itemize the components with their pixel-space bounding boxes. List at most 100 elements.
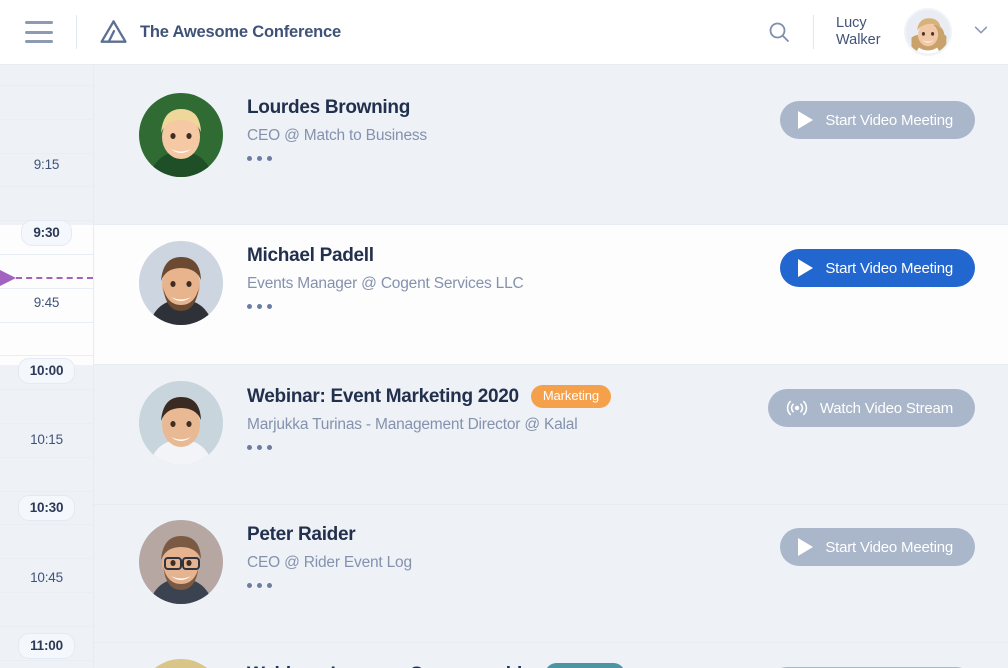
- play-icon: [798, 538, 814, 556]
- agenda-row-title-text: Michael Padell: [247, 245, 374, 266]
- agenda-row-subtitle: CEO @ Match to Business: [247, 127, 427, 144]
- timeline-gridline: [0, 254, 93, 255]
- agenda-row-title-text: Peter Raider: [247, 524, 356, 545]
- conference-agenda-app: The Awesome Conference Lucy Walker 9:15 …: [0, 0, 1008, 668]
- watch-video-stream-button[interactable]: Watch Video Stream: [767, 389, 975, 427]
- timeline-label-10-00: 10:00: [0, 358, 93, 384]
- status-badge[interactable]: Financing: [545, 663, 625, 668]
- avatar-lourdes-browning[interactable]: [139, 93, 223, 177]
- button-label: Start Video Meeting: [825, 259, 953, 277]
- chevron-down-icon[interactable]: [972, 21, 990, 44]
- play-icon: [798, 259, 814, 277]
- avatar-michael-padell[interactable]: [139, 241, 223, 325]
- timeline-gridline: [0, 288, 93, 289]
- timeline-gridline: [0, 524, 93, 525]
- timeline-label-text: 10:00: [17, 358, 76, 384]
- top-header-bar: The Awesome Conference Lucy Walker: [0, 0, 1008, 65]
- timeline-label-9-45: 9:45: [0, 291, 93, 315]
- more-options-icon[interactable]: [247, 156, 272, 161]
- timeline-gridline: [0, 457, 93, 458]
- avatar-mark-kessels[interactable]: [139, 659, 223, 668]
- start-video-meeting-button[interactable]: Start Video Meeting: [780, 528, 975, 566]
- play-icon: [798, 111, 814, 129]
- header-divider-right: [813, 15, 814, 49]
- agenda-row[interactable]: Michael Padell Events Manager @ Cogent Se…: [94, 225, 1008, 365]
- agenda-row-action: Start Video Meeting: [780, 528, 975, 566]
- timeline-label-text: 9:30: [21, 220, 72, 246]
- timeline-gridline: [0, 660, 93, 661]
- more-options-icon[interactable]: [247, 304, 272, 309]
- more-options-icon[interactable]: [247, 583, 272, 588]
- timeline-gridline: [0, 322, 93, 323]
- header-divider-left: [76, 15, 77, 49]
- agenda-row-body: Webinar: Event Marketing 2020 Marketing Ma…: [247, 381, 768, 450]
- timeline-gridline: [0, 491, 93, 492]
- timeline-label-text: 9:45: [33, 295, 60, 310]
- agenda-row-body: Webinar: Increase SponsoreshipFinancingM…: [247, 659, 768, 668]
- agenda-row-subtitle: CEO @ Rider Event Log: [247, 554, 412, 571]
- timeline-gridline: [0, 85, 93, 86]
- agenda-row-action: Start Video Meeting: [780, 249, 975, 287]
- start-video-meeting-button[interactable]: Start Video Meeting: [780, 101, 975, 139]
- timeline-gridline: [0, 355, 93, 356]
- timeline-rail: 9:159:309:4510:0010:1510:3010:4511:0011:…: [0, 33, 94, 668]
- timeline-gridline: [0, 389, 93, 390]
- header-right-cluster: Lucy Walker: [745, 0, 1008, 64]
- timeline-label-text: 10:45: [30, 570, 63, 585]
- timeline-gridline: [0, 119, 93, 120]
- search-icon: [767, 20, 791, 44]
- timeline-gridline: [0, 423, 93, 424]
- agenda-row-title: Peter Raider: [247, 524, 780, 546]
- agenda-row-body: Lourdes Browning CEO @ Match to Business: [247, 93, 780, 161]
- timeline-label-9-15: 9:15: [0, 153, 93, 177]
- start-video-meeting-button[interactable]: Start Video Meeting: [780, 249, 975, 287]
- current-time-indicator: [0, 270, 93, 286]
- agenda-row-body: Peter Raider CEO @ Rider Event Log: [247, 520, 780, 588]
- more-options-icon[interactable]: [247, 445, 272, 450]
- hamburger-menu-icon[interactable]: [25, 21, 53, 43]
- timeline-label-text: 11:00: [18, 633, 75, 659]
- timeline-label-10-30: 10:30: [0, 495, 93, 521]
- agenda-row[interactable]: Webinar: Event Marketing 2020 Marketing Ma…: [94, 365, 1008, 505]
- agenda-row-title-text: Lourdes Browning: [247, 97, 411, 118]
- avatar-marjukka-turinas[interactable]: [139, 381, 223, 465]
- avatar[interactable]: [904, 8, 952, 56]
- agenda-row-title: Webinar: Increase Sponsoreship Financing: [247, 663, 768, 668]
- conference-logo-icon: [99, 19, 129, 45]
- user-first-name: Lucy: [836, 15, 867, 31]
- current-time-marker-icon: [0, 270, 16, 286]
- status-badge[interactable]: Marketing: [530, 385, 612, 408]
- timeline-label-10-45: 10:45: [0, 566, 93, 590]
- timeline-label-9-30: 9:30: [0, 220, 93, 246]
- agenda-row[interactable]: Peter Raider CEO @ Rider Event Log Start V…: [94, 505, 1008, 643]
- timeline-label-10-15: 10:15: [0, 428, 93, 452]
- agenda-row-title-text: Webinar: Event Marketing 2020: [247, 385, 519, 407]
- timeline-gridline: [0, 592, 93, 593]
- button-label: Start Video Meeting: [825, 538, 953, 556]
- timeline-label-text: 10:15: [30, 432, 63, 447]
- agenda-row-title: Michael Padell: [247, 245, 780, 267]
- broadcast-icon: [786, 399, 808, 417]
- button-label: Start Video Meeting: [825, 111, 953, 129]
- search-button[interactable]: [745, 20, 813, 44]
- user-name-label[interactable]: Lucy Walker: [836, 15, 894, 49]
- agenda-row-title-text: Webinar: Increase Sponsoreship: [247, 664, 534, 668]
- agenda-list: Lourdes Browning CEO @ Match to Business S…: [94, 33, 1008, 668]
- timeline-gridline: [0, 186, 93, 187]
- agenda-row[interactable]: Webinar: Increase SponsoreshipFinancingM…: [94, 643, 1008, 668]
- agenda-row-title: Lourdes Browning: [247, 97, 780, 119]
- agenda-row-subtitle: Events Manager @ Cogent Services LLC: [247, 275, 524, 292]
- timeline-gridline: [0, 626, 93, 627]
- avatar-peter-raider[interactable]: [139, 520, 223, 604]
- user-last-name: Walker: [836, 32, 881, 48]
- timeline-gridline: [0, 558, 93, 559]
- agenda-row-subtitle: Marjukka Turinas - Management Director @…: [247, 416, 578, 433]
- timeline-label-text: 10:30: [17, 495, 76, 521]
- timeline-label-11-00: 11:00: [0, 633, 93, 659]
- brand-logo-link[interactable]: The Awesome Conference: [99, 19, 341, 45]
- timeline-label-text: 9:15: [33, 157, 60, 172]
- agenda-row-action: Start Video Meeting: [780, 101, 975, 139]
- app-title: The Awesome Conference: [140, 22, 341, 41]
- agenda-row-title: Webinar: Event Marketing 2020 Marketing: [247, 385, 768, 408]
- current-time-dashed-line: [16, 277, 93, 279]
